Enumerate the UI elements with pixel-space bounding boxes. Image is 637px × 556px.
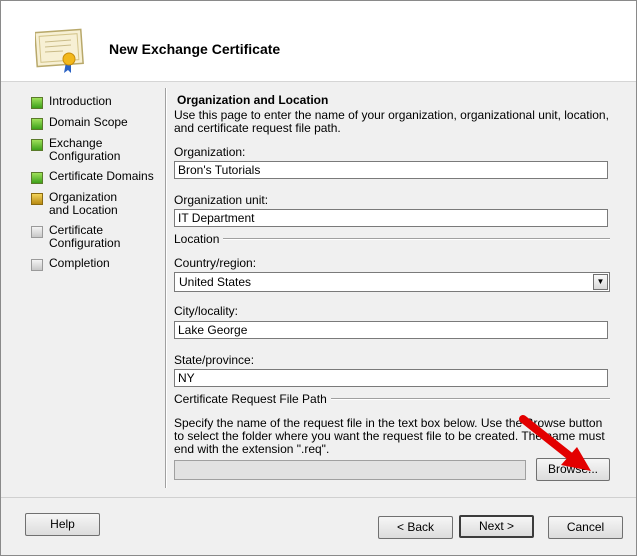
red-arrow-annotation-icon: [519, 415, 591, 471]
back-button[interactable]: < Back: [378, 516, 453, 539]
org-unit-input[interactable]: IT Department: [174, 209, 608, 227]
location-group-label: Location: [174, 232, 220, 246]
step-complete-icon: [31, 118, 43, 130]
nav-step-label: Domain Scope: [49, 115, 128, 129]
request-file-path-input[interactable]: [174, 460, 526, 480]
nav-step-label: Exchange Configuration: [49, 136, 121, 163]
certificate-icon: [35, 28, 84, 73]
wizard-steps-nav: Introduction Domain Scope Exchange Confi…: [31, 95, 161, 278]
help-button[interactable]: Help: [25, 513, 100, 536]
group-divider: [223, 238, 610, 240]
nav-step-introduction: Introduction: [31, 95, 161, 109]
org-unit-label: Organization unit:: [174, 193, 269, 207]
request-group-label: Certificate Request File Path: [174, 392, 327, 406]
wizard-title: New Exchange Certificate: [109, 41, 281, 57]
page-description: Use this page to enter the name of your …: [174, 108, 609, 135]
page-heading: Organization and Location: [177, 93, 329, 107]
step-complete-icon: [31, 139, 43, 151]
nav-step-completion: Completion: [31, 257, 161, 271]
dropdown-arrow-icon[interactable]: ▼: [593, 274, 608, 290]
wizard-header: New Exchange Certificate: [1, 1, 636, 82]
next-button[interactable]: Next >: [459, 515, 534, 538]
nav-step-domain-scope: Domain Scope: [31, 116, 161, 130]
step-pending-icon: [31, 259, 43, 271]
step-pending-icon: [31, 226, 43, 238]
nav-step-certificate-domains: Certificate Domains: [31, 170, 161, 184]
organization-input[interactable]: Bron's Tutorials: [174, 161, 608, 179]
nav-step-label: Introduction: [49, 94, 112, 108]
wizard-window: New Exchange Certificate Introduction Do…: [0, 0, 637, 556]
nav-step-certificate-configuration: Certificate Configuration: [31, 224, 161, 250]
nav-step-label: Organization and Location: [49, 190, 118, 217]
country-select[interactable]: United States ▼: [174, 272, 610, 292]
country-label: Country/region:: [174, 256, 257, 270]
nav-step-organization-location: Organization and Location: [31, 191, 161, 217]
city-label: City/locality:: [174, 304, 239, 318]
organization-label: Organization:: [174, 145, 246, 159]
nav-step-exchange-configuration: Exchange Configuration: [31, 137, 161, 163]
nav-step-label: Certificate Domains: [49, 169, 154, 183]
nav-step-label: Completion: [49, 256, 110, 270]
nav-step-label: Certificate Configuration: [49, 223, 121, 250]
group-divider: [330, 398, 610, 400]
state-label: State/province:: [174, 353, 255, 367]
step-complete-icon: [31, 97, 43, 109]
state-input[interactable]: NY: [174, 369, 608, 387]
cancel-button[interactable]: Cancel: [548, 516, 623, 539]
city-input[interactable]: Lake George: [174, 321, 608, 339]
request-file-group: Certificate Request File Path: [174, 392, 610, 406]
nav-divider: [165, 88, 167, 488]
country-value: United States: [179, 275, 252, 289]
footer-divider: [1, 497, 636, 498]
step-complete-icon: [31, 172, 43, 184]
step-current-icon: [31, 193, 43, 205]
location-group: Location: [174, 232, 610, 246]
